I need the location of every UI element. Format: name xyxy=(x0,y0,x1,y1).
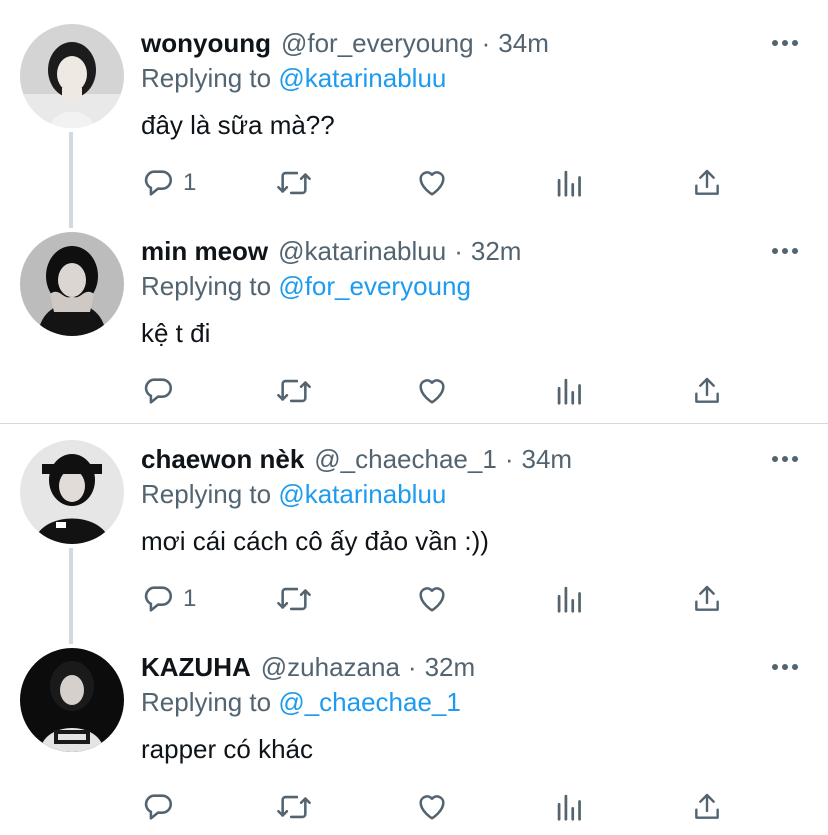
reply-button[interactable] xyxy=(141,371,183,411)
reply-feed: wonyoung @for_everyoung · 34m Replying t… xyxy=(0,0,828,835)
separator-dot: · xyxy=(454,236,463,266)
more-options-icon[interactable] xyxy=(768,234,802,268)
share-button[interactable] xyxy=(691,163,723,203)
tweet-actions: 1 xyxy=(141,579,741,619)
replying-to-mention[interactable]: @for_everyoung xyxy=(278,271,471,301)
reply-icon xyxy=(144,794,172,820)
tweet-actions: 1 xyxy=(141,163,741,203)
retweet-button[interactable] xyxy=(275,579,313,619)
share-icon xyxy=(695,793,719,819)
replying-to: Replying to @_chaechae_1 xyxy=(141,685,461,719)
more-options-icon[interactable] xyxy=(768,26,802,60)
reply-button[interactable]: 1 xyxy=(141,163,196,203)
retweet-button[interactable] xyxy=(275,163,313,203)
replying-to: Replying to @katarinabluu xyxy=(141,477,446,511)
tweet-header: wonyoung @for_everyoung · 34m xyxy=(141,26,549,60)
avatar[interactable] xyxy=(20,648,124,752)
analytics-button[interactable] xyxy=(555,579,585,619)
analytics-icon xyxy=(557,586,581,613)
like-button[interactable] xyxy=(415,371,449,411)
display-name[interactable]: KAZUHA xyxy=(141,650,251,684)
user-handle[interactable]: @katarinabluu xyxy=(278,234,446,268)
tweet-text: mơi cái cách cô ấy đảo vần :)) xyxy=(141,526,489,556)
retweet-button[interactable] xyxy=(275,787,313,827)
timestamp[interactable]: 34m xyxy=(498,26,549,60)
analytics-button[interactable] xyxy=(555,163,585,203)
avatar[interactable] xyxy=(20,440,124,544)
timestamp[interactable]: 32m xyxy=(425,650,476,684)
avatar[interactable] xyxy=(20,24,124,128)
tweet-text: rapper có khác xyxy=(141,734,313,764)
reply-icon xyxy=(144,170,172,196)
tweet-text: đây là sữa mà?? xyxy=(141,110,335,140)
user-handle[interactable]: @for_everyoung xyxy=(281,26,474,60)
replying-to-mention[interactable]: @katarinabluu xyxy=(278,479,446,509)
like-button[interactable] xyxy=(415,787,449,827)
share-icon xyxy=(695,377,719,403)
retweet-icon xyxy=(277,795,311,819)
replying-to: Replying to @for_everyoung xyxy=(141,269,471,303)
analytics-button[interactable] xyxy=(555,787,585,827)
replying-to-mention[interactable]: @_chaechae_1 xyxy=(278,687,461,717)
tweet-wonyoung[interactable]: wonyoung @for_everyoung · 34m Replying t… xyxy=(0,0,828,215)
share-button[interactable] xyxy=(691,579,723,619)
user-handle[interactable]: @zuhazana xyxy=(261,650,400,684)
share-button[interactable] xyxy=(691,371,723,411)
share-button[interactable] xyxy=(691,787,723,827)
timestamp[interactable]: 32m xyxy=(471,234,522,268)
reply-button[interactable]: 1 xyxy=(141,579,196,619)
replying-to-label: Replying to xyxy=(141,271,272,301)
retweet-button[interactable] xyxy=(275,371,313,411)
replying-to-label: Replying to xyxy=(141,63,272,93)
user-handle[interactable]: @_chaechae_1 xyxy=(314,442,497,476)
reply-icon xyxy=(144,378,172,404)
tweet-text: kệ t đi xyxy=(141,318,211,348)
timestamp[interactable]: 34m xyxy=(522,442,573,476)
heart-icon xyxy=(419,587,445,612)
tweet-header: chaewon nèk @_chaechae_1 · 34m xyxy=(141,442,572,476)
more-options-icon[interactable] xyxy=(768,442,802,476)
share-icon xyxy=(695,585,719,611)
tweet-header: min meow @katarinabluu · 32m xyxy=(141,234,521,268)
separator-dot: · xyxy=(481,28,491,58)
like-button[interactable] xyxy=(415,163,449,203)
display-name[interactable]: wonyoung xyxy=(141,26,271,60)
analytics-icon xyxy=(557,794,581,821)
reply-count: 1 xyxy=(183,585,197,612)
heart-icon xyxy=(419,171,445,196)
replying-to-mention[interactable]: @katarinabluu xyxy=(278,63,446,93)
tweet-min-meow[interactable]: min meow @katarinabluu · 32m Replying to… xyxy=(0,208,828,423)
tweet-chaewon[interactable]: chaewon nèk @_chaechae_1 · 34m Replying … xyxy=(0,416,828,631)
tweet-header: KAZUHA @zuhazana · 32m xyxy=(141,650,475,684)
avatar[interactable] xyxy=(20,232,124,336)
heart-icon xyxy=(419,379,445,404)
tweet-actions xyxy=(141,787,741,827)
tweet-kazuha[interactable]: KAZUHA @zuhazana · 32m Replying to @_cha… xyxy=(0,624,828,835)
reply-icon xyxy=(144,586,172,612)
replying-to: Replying to @katarinabluu xyxy=(141,61,446,95)
share-icon xyxy=(695,169,719,195)
analytics-button[interactable] xyxy=(555,371,585,411)
retweet-icon xyxy=(277,379,311,403)
more-options-icon[interactable] xyxy=(768,650,802,684)
analytics-icon xyxy=(557,170,581,197)
heart-icon xyxy=(419,795,445,820)
replying-to-label: Replying to xyxy=(141,687,272,717)
reply-button[interactable] xyxy=(141,787,183,827)
separator-dot: · xyxy=(407,652,417,682)
analytics-icon xyxy=(557,378,581,405)
replying-to-label: Replying to xyxy=(141,479,272,509)
reply-count: 1 xyxy=(183,169,197,196)
separator-dot: · xyxy=(504,444,514,474)
like-button[interactable] xyxy=(415,579,449,619)
retweet-icon xyxy=(277,587,311,611)
retweet-icon xyxy=(277,171,311,195)
display-name[interactable]: chaewon nèk xyxy=(141,442,304,476)
display-name[interactable]: min meow xyxy=(141,234,268,268)
tweet-actions xyxy=(141,371,741,411)
